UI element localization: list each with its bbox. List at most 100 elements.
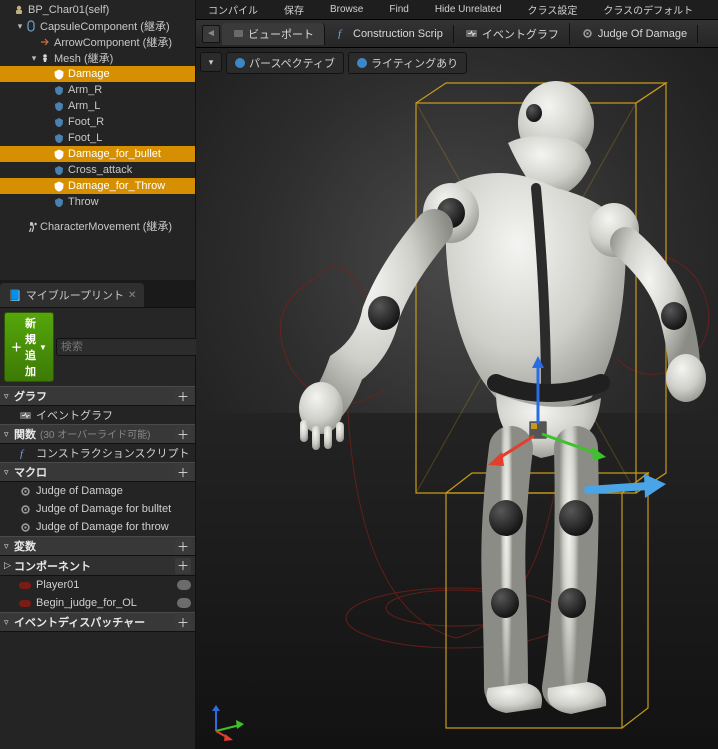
section-expand-icon[interactable]: ▿ bbox=[4, 467, 14, 478]
tree-row-label: Arm_R bbox=[68, 84, 195, 96]
section-expand-icon[interactable]: ▿ bbox=[4, 617, 14, 628]
shield-icon bbox=[52, 69, 66, 80]
tree-row-capsulecomponent-[interactable]: ▾ CapsuleComponent (継承) bbox=[0, 18, 195, 34]
tree-row-label: Mesh (継承) bbox=[54, 50, 195, 66]
editor-tab-strip: ◄ ビューポート fConstruction Scripイベントグラフ Judge … bbox=[196, 20, 718, 48]
section-expand-icon[interactable]: ▿ bbox=[4, 541, 14, 552]
tree-row-charactermovement-[interactable]: CharacterMovement (継承) bbox=[0, 218, 195, 234]
tree-row-label: Foot_L bbox=[68, 132, 195, 144]
item-label: コンストラクションスクリプト bbox=[36, 445, 191, 461]
section-add-button[interactable]: ＋ bbox=[175, 538, 191, 554]
viewport[interactable]: ▾ パースペクティブ ライティングあり bbox=[196, 48, 718, 749]
viewport-options-button[interactable]: ▾ bbox=[200, 52, 222, 72]
section-イベントディスパッチャー[interactable]: ▿イベントディスパッチャー＋ bbox=[0, 612, 195, 632]
section-add-button[interactable]: ＋ bbox=[175, 464, 191, 480]
lighting-button[interactable]: ライティングあり bbox=[348, 52, 467, 74]
section-add-button[interactable]: ＋ bbox=[175, 388, 191, 404]
search-input[interactable] bbox=[61, 341, 203, 353]
components-tree[interactable]: BP_Char01(self) ▾ CapsuleComponent (継承)Arr… bbox=[0, 0, 195, 240]
gear-icon bbox=[582, 28, 594, 40]
tree-row-label: Damage_for_Throw bbox=[68, 180, 195, 192]
tree-row-damage-for-bullet[interactable]: Damage_for_bullet bbox=[0, 146, 195, 162]
shield-icon bbox=[52, 133, 66, 144]
item-begin-judge-for-ol[interactable]: Begin_judge_for_OL bbox=[0, 594, 195, 612]
visibility-pill[interactable] bbox=[177, 598, 191, 608]
perspective-button[interactable]: パースペクティブ bbox=[226, 52, 344, 74]
shield-icon bbox=[52, 149, 66, 160]
tab-label: Construction Scrip bbox=[353, 28, 443, 40]
item-judge-of-damage-for-bulltet[interactable]: Judge of Damage for bulltet bbox=[0, 500, 195, 518]
toolbar--[interactable]: 保存 bbox=[278, 1, 310, 18]
tab-label: ビューポート bbox=[248, 26, 314, 42]
section-title: 関数(30 オーバーライド可能) bbox=[14, 426, 175, 442]
item--[interactable]: イベントグラフ bbox=[0, 406, 195, 424]
tree-row-label: Damage_for_bullet bbox=[68, 148, 195, 160]
tree-row-label: CharacterMovement (継承) bbox=[40, 218, 195, 234]
close-icon[interactable]: ✕ bbox=[128, 290, 136, 301]
myblueprint-tab-label: マイブループリント bbox=[26, 287, 124, 303]
pawn-icon bbox=[12, 5, 26, 15]
tree-row-arm-r[interactable]: Arm_R bbox=[0, 82, 195, 98]
tree-row-label: ArrowComponent (継承) bbox=[54, 34, 195, 50]
gear-icon bbox=[18, 486, 32, 497]
shield-icon bbox=[52, 101, 66, 112]
toolbar-hide-unrelated[interactable]: Hide Unrelated bbox=[429, 3, 508, 16]
section-title: 変数 bbox=[14, 538, 175, 554]
folder-icon: 📘 bbox=[8, 289, 22, 302]
toolbar--[interactable]: クラス設定 bbox=[522, 1, 584, 18]
tree-row-damage-for-throw[interactable]: Damage_for_Throw bbox=[0, 178, 195, 194]
charmove-icon bbox=[24, 221, 38, 232]
chevron-down-icon: ▼ bbox=[39, 343, 47, 352]
plus-icon: ＋ bbox=[11, 339, 22, 355]
tree-row-arm-l[interactable]: Arm_L bbox=[0, 98, 195, 114]
item-player01[interactable]: Player01 bbox=[0, 576, 195, 594]
tree-row-throw[interactable]: Throw bbox=[0, 194, 195, 210]
section-変数[interactable]: ▿変数＋ bbox=[0, 536, 195, 556]
tree-row-foot-l[interactable]: Foot_L bbox=[0, 130, 195, 146]
item--[interactable]: f コンストラクションスクリプト bbox=[0, 444, 195, 462]
myblueprint-tab[interactable]: 📘 マイブループリント ✕ bbox=[0, 283, 144, 307]
section-expand-icon[interactable]: ▷ bbox=[4, 560, 14, 571]
section-コンポーネント[interactable]: ▷コンポーネント＋ bbox=[0, 556, 195, 576]
tab-nav-prev[interactable]: ◄ bbox=[202, 25, 220, 43]
myblueprint-sections[interactable]: ▿グラフ＋イベントグラフ▿関数(30 オーバーライド可能)＋fコンストラクション… bbox=[0, 386, 195, 749]
section-add-button[interactable]: ＋ bbox=[175, 614, 191, 630]
toolbar--[interactable]: クラスのデフォルト bbox=[597, 1, 699, 18]
viewport-scene bbox=[196, 48, 718, 748]
section-add-button[interactable]: ＋ bbox=[175, 558, 191, 574]
event-icon bbox=[18, 410, 32, 421]
tab--[interactable]: ビューポート bbox=[222, 23, 325, 45]
tree-row-foot-r[interactable]: Foot_R bbox=[0, 114, 195, 130]
item-judge-of-damage[interactable]: Judge of Damage bbox=[0, 482, 195, 500]
section-expand-icon[interactable]: ▿ bbox=[4, 429, 14, 440]
lighting-label: ライティングあり bbox=[371, 55, 458, 71]
tab-judge-of-damage[interactable]: Judge Of Damage bbox=[572, 25, 698, 43]
visibility-pill[interactable] bbox=[177, 580, 191, 590]
section-add-button[interactable]: ＋ bbox=[175, 426, 191, 442]
item-label: Begin_judge_for_OL bbox=[36, 597, 177, 609]
shield-icon bbox=[52, 181, 66, 192]
tree-row-label: CapsuleComponent (継承) bbox=[40, 18, 195, 34]
tree-expand-icon[interactable]: ▾ bbox=[16, 21, 24, 32]
tree-row-damage[interactable]: Damage bbox=[0, 66, 195, 82]
tab-construction-scrip[interactable]: fConstruction Scrip bbox=[327, 25, 454, 43]
toolbar-find[interactable]: Find bbox=[383, 3, 414, 16]
tree-expand-icon[interactable]: ▾ bbox=[30, 53, 38, 64]
toolbar--[interactable]: コンパイル bbox=[202, 1, 264, 18]
tree-row-mesh-[interactable]: ▾ Mesh (継承) bbox=[0, 50, 195, 66]
tab--[interactable]: イベントグラフ bbox=[456, 23, 570, 45]
section-関数[interactable]: ▿関数(30 オーバーライド可能)＋ bbox=[0, 424, 195, 444]
svg-text:f: f bbox=[20, 448, 25, 459]
section-マクロ[interactable]: ▿マクロ＋ bbox=[0, 462, 195, 482]
section-グラフ[interactable]: ▿グラフ＋ bbox=[0, 386, 195, 406]
tree-row-bp-char01-self-[interactable]: BP_Char01(self) bbox=[0, 2, 195, 18]
item-label: Judge of Damage for throw bbox=[36, 521, 191, 533]
toolbar-browse[interactable]: Browse bbox=[324, 3, 369, 16]
section-expand-icon[interactable]: ▿ bbox=[4, 391, 14, 402]
item-label: Player01 bbox=[36, 579, 177, 591]
item-judge-of-damage-for-throw[interactable]: Judge of Damage for throw bbox=[0, 518, 195, 536]
add-new-button[interactable]: ＋ 新規追加 ▼ bbox=[4, 312, 54, 382]
tree-row-arrowcomponent-[interactable]: ArrowComponent (継承) bbox=[0, 34, 195, 50]
tab-label: Judge Of Damage bbox=[598, 28, 687, 40]
tree-row-cross-attack[interactable]: Cross_attack bbox=[0, 162, 195, 178]
